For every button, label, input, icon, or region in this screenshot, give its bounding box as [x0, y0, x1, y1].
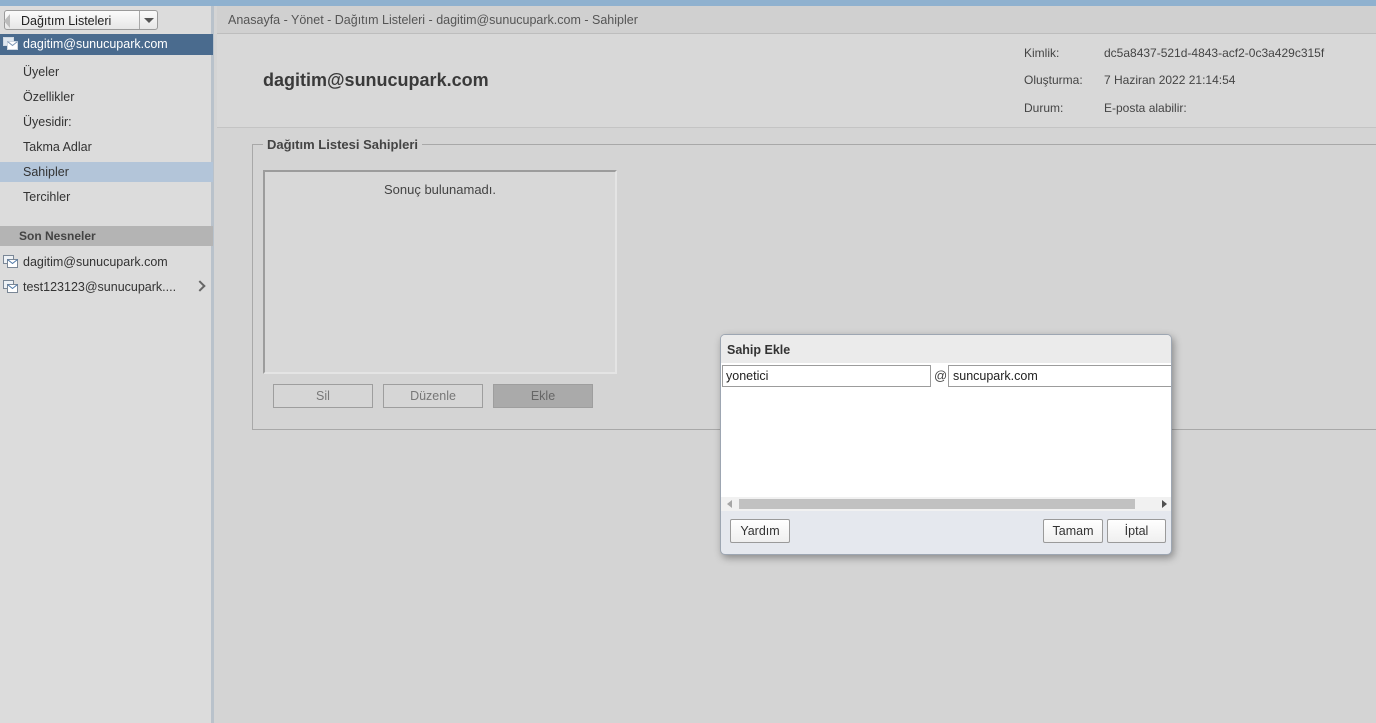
- sidebar-item-members[interactable]: Üyeler: [0, 62, 213, 82]
- scroll-left-icon[interactable]: [727, 500, 732, 508]
- app-switcher-dropdown[interactable]: Dağıtım Listeleri: [4, 10, 158, 30]
- dialog-title-bar[interactable]: Sahip Ekle: [721, 335, 1171, 363]
- object-header: dagitim@sunucupark.com Kimlik: dc5a8437-…: [217, 34, 1376, 128]
- sidebar: Dağıtım Listeleri dagitim@sunucupark.com…: [0, 6, 214, 723]
- dialog-title: Sahip Ekle: [727, 343, 791, 357]
- ok-button[interactable]: Tamam: [1043, 519, 1103, 543]
- distribution-list-icon: [3, 255, 18, 268]
- sidebar-item-aliases[interactable]: Takma Adlar: [0, 137, 213, 157]
- at-sign: @: [934, 368, 948, 383]
- selected-account[interactable]: dagitim@sunucupark.com: [0, 34, 213, 55]
- scrollbar-thumb[interactable]: [739, 499, 1135, 509]
- page-title: dagitim@sunucupark.com: [263, 70, 489, 90]
- sidebar-item-label: Tercihler: [23, 190, 71, 204]
- id-label: Kimlik:: [1024, 46, 1060, 60]
- recent-item[interactable]: dagitim@sunucupark.com: [0, 252, 213, 274]
- sidebar-item-label: Üyesidir:: [23, 115, 72, 129]
- help-button[interactable]: Yardım: [730, 519, 790, 543]
- app-switcher-label: Dağıtım Listeleri: [21, 14, 112, 28]
- horizontal-scrollbar[interactable]: [721, 497, 1171, 511]
- created-label: Oluşturma:: [1024, 73, 1083, 87]
- owners-group-legend: Dağıtım Listesi Sahipleri: [263, 137, 422, 152]
- edit-owner-button[interactable]: Düzenle: [383, 384, 483, 408]
- cancel-button[interactable]: İptal: [1107, 519, 1166, 543]
- sidebar-item-preferences[interactable]: Tercihler: [0, 187, 213, 207]
- no-results-text: Sonuç bulunamadı.: [383, 182, 497, 197]
- recent-objects-header: Son Nesneler: [0, 226, 213, 246]
- status-label: Durum:: [1024, 101, 1064, 115]
- recent-objects-title: Son Nesneler: [19, 229, 96, 243]
- chevron-right-icon[interactable]: [194, 280, 206, 292]
- owner-username-input[interactable]: [722, 365, 931, 387]
- sidebar-item-label: Takma Adlar: [23, 140, 92, 154]
- scroll-right-icon[interactable]: [1162, 500, 1167, 508]
- sidebar-item-label: Üyeler: [23, 65, 60, 79]
- sidebar-item-owners[interactable]: Sahipler: [0, 162, 213, 182]
- id-value: dc5a8437-521d-4843-acf2-0c3a429c315f: [1104, 46, 1325, 60]
- back-arrow-icon[interactable]: [4, 14, 10, 28]
- owner-domain-input[interactable]: [948, 365, 1171, 387]
- sidebar-item-label: Özellikler: [23, 90, 75, 104]
- created-value: 7 Haziran 2022 21:14:54: [1104, 73, 1236, 87]
- status-value: E-posta alabilir:: [1104, 101, 1187, 115]
- distribution-list-icon: [3, 37, 18, 50]
- owners-list[interactable]: Sonuç bulunamadı.: [263, 170, 617, 374]
- selected-account-label: dagitim@sunucupark.com: [23, 37, 168, 51]
- recent-item-label: test123123@sunucupark....: [23, 280, 177, 294]
- recent-item-label: dagitim@sunucupark.com: [23, 255, 168, 269]
- add-owner-button[interactable]: Ekle: [493, 384, 593, 408]
- sidebar-item-properties[interactable]: Özellikler: [0, 87, 213, 107]
- sidebar-item-member-of[interactable]: Üyesidir:: [0, 112, 213, 132]
- breadcrumb-text[interactable]: Anasayfa - Yönet - Dağıtım Listeleri - d…: [228, 13, 638, 27]
- distribution-list-icon: [3, 280, 18, 293]
- delete-owner-button[interactable]: Sil: [273, 384, 373, 408]
- breadcrumb: Anasayfa - Yönet - Dağıtım Listeleri - d…: [217, 6, 1376, 34]
- chevron-down-icon[interactable]: [139, 11, 157, 29]
- dialog-body: @: [721, 363, 1171, 511]
- sidebar-item-label: Sahipler: [23, 165, 69, 179]
- add-owner-dialog: Sahip Ekle @ Yardım Tamam İptal: [720, 334, 1172, 555]
- recent-item[interactable]: test123123@sunucupark....: [0, 277, 213, 299]
